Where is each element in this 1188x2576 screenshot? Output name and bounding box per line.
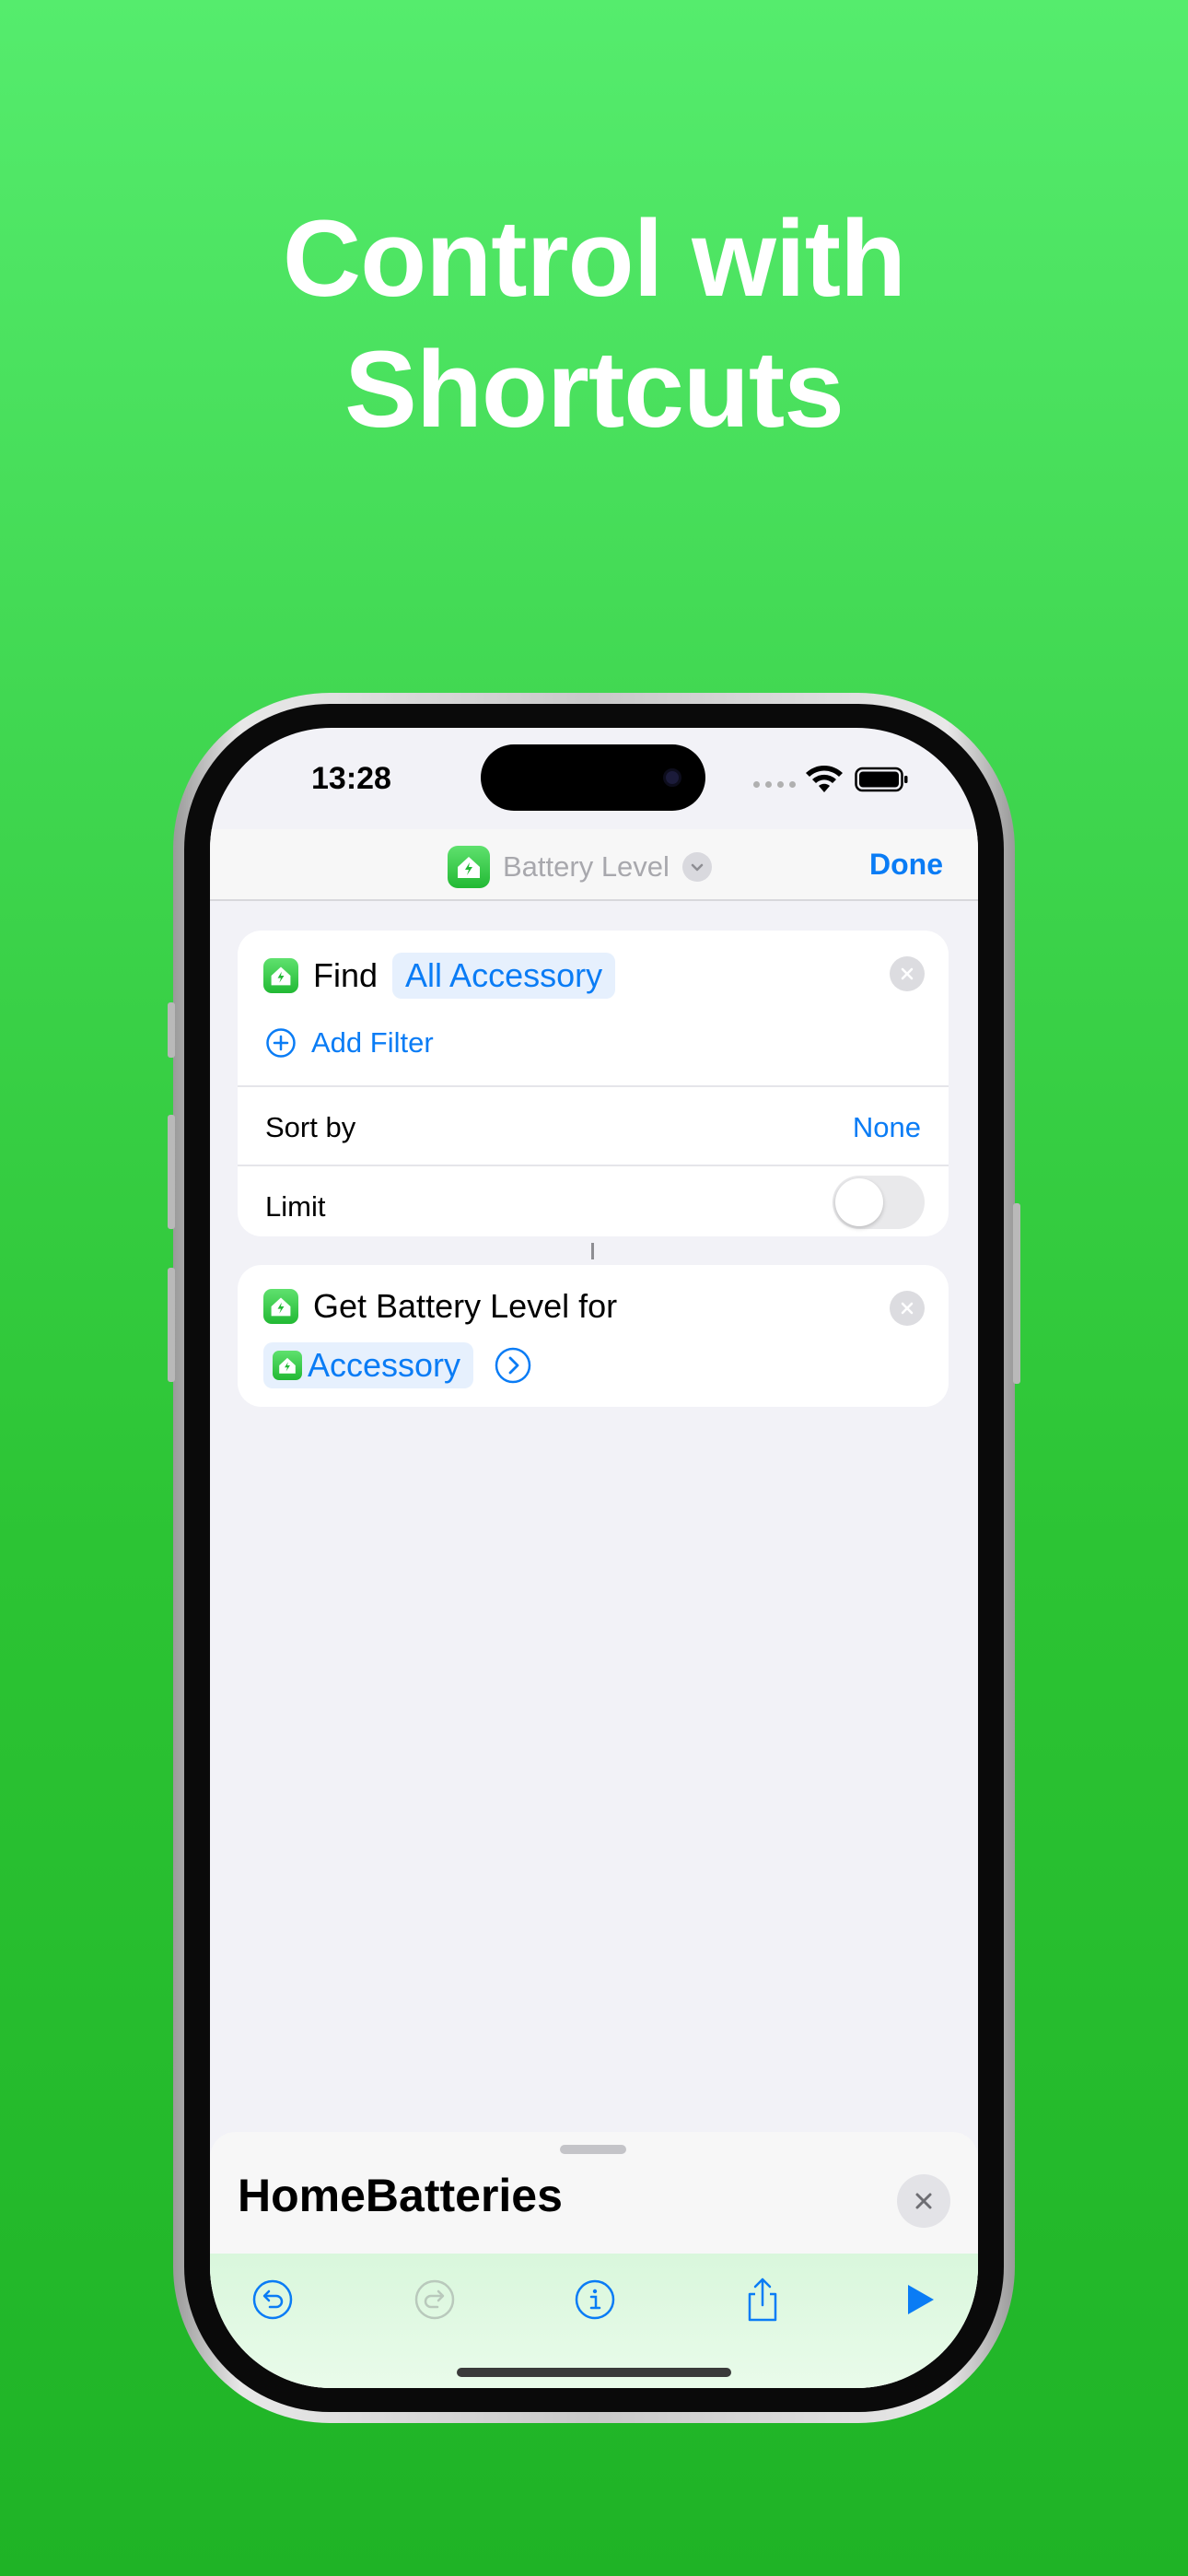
cellular-signal-icon [753,781,796,788]
headline: Control with Shortcuts [0,193,1188,455]
find-action-header: Find All Accessory [263,953,616,999]
limit-toggle[interactable] [833,1176,925,1229]
headline-line-1: Control with [282,198,906,320]
phone-screen: 13:28 Battery Level Done Find All Access… [210,728,978,2388]
redo-button[interactable] [407,2272,462,2327]
power-button [1013,1203,1020,1384]
share-icon [748,2277,777,2322]
home-batteries-app-icon [263,958,298,993]
accessory-parameter-row: Accessory [263,1342,532,1388]
chevron-right-circle-icon[interactable] [494,1346,532,1385]
camera-icon [663,768,681,787]
home-batteries-app-icon [263,1289,298,1324]
action-connector [591,1243,594,1259]
accessory-label: Accessory [308,1346,461,1384]
close-icon [915,2193,932,2209]
sort-by-label: Sort by [265,1111,356,1143]
info-button[interactable] [567,2272,623,2327]
dynamic-island [481,744,705,811]
home-batteries-app-icon [448,846,490,888]
all-accessory-token[interactable]: All Accessory [392,953,616,999]
sheet-title: HomeBatteries [238,2170,563,2221]
close-icon [901,967,914,980]
redo-icon [414,2279,455,2320]
sheet-grabber[interactable] [560,2145,626,2154]
add-filter-button[interactable]: Add Filter [265,1026,434,1060]
share-button[interactable] [735,2272,790,2327]
remove-battery-action-button[interactable] [890,1291,925,1326]
remove-find-action-button[interactable] [890,956,925,991]
home-batteries-app-icon [273,1351,302,1380]
home-indicator[interactable] [457,2368,731,2377]
undo-button[interactable] [245,2272,300,2327]
run-button[interactable] [891,2272,947,2327]
divider [238,1165,949,1166]
plus-circle-icon [266,1028,296,1058]
action-button [168,1002,175,1058]
get-battery-level-label: Get Battery Level for [313,1287,618,1325]
find-label: Find [313,956,379,994]
info-icon [575,2279,615,2320]
divider [238,1085,949,1087]
shortcut-title-menu[interactable]: Battery Level [448,846,712,888]
headline-line-2: Shortcuts [344,329,844,451]
get-battery-level-card: Get Battery Level for Accessory [238,1265,949,1407]
find-action-card: Find All Accessory Add Filter Sort by No… [238,931,949,1236]
sheet-close-button[interactable] [897,2174,950,2228]
navigation-bar: Battery Level Done [210,829,978,901]
play-icon [908,2285,934,2314]
chevron-down-icon [681,852,712,882]
limit-label: Limit [265,1190,326,1223]
status-time: 13:28 [311,761,391,796]
undo-icon [252,2279,293,2320]
toggle-knob [835,1178,883,1226]
volume-up-button [168,1115,175,1229]
battery-icon [855,767,908,792]
get-battery-header: Get Battery Level for [263,1287,617,1326]
wifi-icon [806,766,843,792]
accessory-token[interactable]: Accessory [263,1342,474,1388]
done-button[interactable]: Done [869,848,943,882]
close-icon [901,1302,914,1315]
shortcut-title: Battery Level [503,850,670,883]
add-filter-label: Add Filter [311,1026,434,1059]
volume-down-button [168,1268,175,1382]
sort-by-value[interactable]: None [853,1111,921,1144]
